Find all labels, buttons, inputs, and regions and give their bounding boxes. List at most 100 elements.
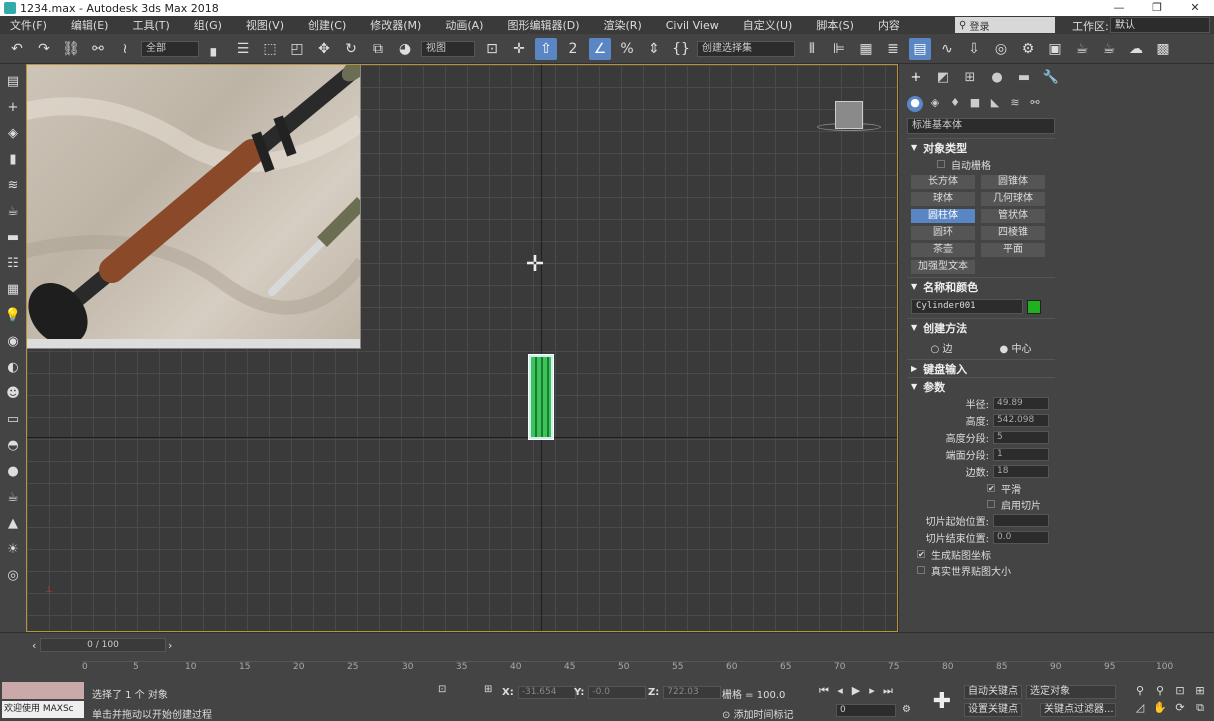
window-crossing-icon[interactable]: ◰	[286, 38, 308, 60]
menu-create[interactable]: 创建(C)	[298, 17, 346, 33]
mirror-icon[interactable]: ⫴	[801, 38, 823, 60]
select-manipulate-icon[interactable]: ✛	[508, 38, 530, 60]
real-world-checkbox[interactable]: 真实世界贴图大小	[907, 562, 1055, 578]
cone-icon[interactable]: ◓	[3, 436, 23, 456]
login-dropdown[interactable]: ⚲ 登录	[955, 17, 1055, 33]
cap-segments-spinner[interactable]: 1	[993, 448, 1049, 461]
smooth-checkbox[interactable]: ✔ 平滑	[907, 480, 1055, 496]
placement-icon[interactable]: ◕	[394, 38, 416, 60]
sun-icon[interactable]: ☀	[3, 540, 23, 560]
box-button[interactable]: 长方体	[911, 175, 975, 189]
a360-gallery-icon[interactable]: ▩	[1152, 38, 1174, 60]
maxscript-listener[interactable]: 欢迎使用 MAXSc	[2, 682, 84, 718]
menu-file[interactable]: 文件(F)	[0, 17, 47, 33]
create-tab-icon[interactable]: +	[907, 70, 925, 88]
select-object-icon[interactable]: ▖	[205, 38, 227, 60]
autogrid-checkbox[interactable]: 自动栅格	[907, 156, 1055, 172]
time-config-icon[interactable]: ⚙	[902, 704, 911, 715]
object-type-header[interactable]: ▼ 对象类型	[907, 138, 1055, 156]
sphere-button[interactable]: 球体	[911, 192, 975, 206]
cone-button[interactable]: 圆锥体	[981, 175, 1045, 189]
move-icon[interactable]: ✥	[313, 38, 335, 60]
ribbon-toggle-icon[interactable]: ▤	[909, 37, 931, 60]
menu-edit[interactable]: 编辑(E)	[61, 17, 109, 33]
go-to-start-icon[interactable]: ⏮	[816, 684, 832, 698]
next-frame-icon[interactable]: ▸	[864, 684, 880, 698]
orbit-icon[interactable]: ⟳	[1170, 701, 1190, 718]
isolate-icon[interactable]: ⊡	[438, 684, 446, 695]
track-bar[interactable]: 0 5 10 15 20 25 30 35 40 45 50 55 60 65 …	[82, 661, 1173, 679]
key-filters-button[interactable]: 关键点过滤器...	[1040, 703, 1116, 717]
center-radio[interactable]: ● 中心	[1000, 340, 1032, 355]
parameters-header[interactable]: ▼ 参数	[907, 377, 1055, 395]
bind-space-warp-icon[interactable]: ≀	[114, 38, 136, 60]
maximize-button[interactable]: ❐	[1138, 0, 1176, 16]
cylinder-object[interactable]	[529, 355, 553, 439]
pyramid-icon[interactable]: ▲	[3, 514, 23, 534]
render-icon[interactable]: ☕	[1071, 38, 1093, 60]
percent-snap-icon[interactable]: %	[616, 38, 638, 60]
close-button[interactable]: ✕	[1176, 0, 1214, 16]
stack-icon[interactable]: ≋	[3, 176, 23, 196]
hierarchy-tab-icon[interactable]: ⊞	[961, 70, 979, 88]
rotate-icon[interactable]: ↻	[340, 38, 362, 60]
keyboard-entry-header[interactable]: ▶ 键盘输入	[907, 359, 1055, 377]
object-color-swatch[interactable]	[1027, 299, 1041, 314]
named-selection-select[interactable]: 创建选择集	[697, 40, 795, 57]
zoom-extents-icon[interactable]: ⊡	[1170, 684, 1190, 701]
slice-to-spinner[interactable]: 0.0	[993, 531, 1049, 544]
menu-scripting[interactable]: 脚本(S)	[806, 17, 854, 33]
pyramid-button[interactable]: 四棱锥	[981, 226, 1045, 240]
unlink-icon[interactable]: ⚯	[87, 38, 109, 60]
selected-object-select[interactable]: 选定对象	[1026, 685, 1116, 699]
creation-method-header[interactable]: ▼ 创建方法	[907, 318, 1055, 336]
menu-customize[interactable]: 自定义(U)	[733, 17, 793, 33]
geosphere-button[interactable]: 几何球体	[981, 192, 1045, 206]
menu-tools[interactable]: 工具(T)	[122, 17, 169, 33]
align-icon[interactable]: ⊫	[828, 38, 850, 60]
menu-rendering[interactable]: 渲染(R)	[594, 17, 642, 33]
menu-content[interactable]: 内容	[868, 17, 900, 33]
rotate-view-icon[interactable]: ◐	[3, 358, 23, 378]
absolute-mode-icon[interactable]: ⊞	[484, 684, 492, 695]
cameras-subtab-icon[interactable]: ■	[967, 96, 983, 112]
lights-subtab-icon[interactable]: ♦	[947, 96, 963, 112]
geometry-subtab-icon[interactable]: ●	[907, 96, 923, 112]
create-plus-icon[interactable]: +	[3, 98, 23, 118]
link-icon[interactable]: ⛓	[60, 38, 82, 60]
keyboard-shortcut-override-icon[interactable]: ⇧	[535, 37, 557, 60]
gen-mapping-checkbox[interactable]: ✔ 生成贴图坐标	[907, 546, 1055, 562]
pivot-icon[interactable]: ⊡	[481, 38, 503, 60]
torus-icon[interactable]: ◎	[3, 566, 23, 586]
camera-icon[interactable]: ◉	[3, 332, 23, 352]
primitive-category-select[interactable]: 标准基本体	[907, 118, 1055, 134]
display-tab-icon[interactable]: ▬	[1015, 70, 1033, 88]
set-key-button[interactable]: 设置关键点	[964, 703, 1022, 717]
name-color-header[interactable]: ▼ 名称和颜色	[907, 277, 1055, 295]
scene-layer-icon[interactable]: ▤	[3, 72, 23, 92]
menu-civil-view[interactable]: Civil View	[656, 19, 719, 32]
layer-explorer-icon[interactable]: ≣	[882, 38, 904, 60]
redo-icon[interactable]: ↷	[33, 38, 55, 60]
auto-key-button[interactable]: 自动关键点	[964, 685, 1022, 699]
previous-frame-icon[interactable]: ◂	[832, 684, 848, 698]
utilities-tab-icon[interactable]: 🔧	[1042, 70, 1060, 88]
list-icon[interactable]: ☷	[3, 254, 23, 274]
render-setup-icon[interactable]: ⚙	[1017, 38, 1039, 60]
schematic-view-icon[interactable]: ⇩	[963, 38, 985, 60]
zoom-all-icon[interactable]: ⚲	[1150, 684, 1170, 701]
people-icon[interactable]: ☻	[3, 384, 23, 404]
scene-explorer-icon[interactable]: ▦	[855, 38, 877, 60]
time-slider[interactable]: 0 / 100	[40, 638, 166, 652]
height-spinner[interactable]: 542.098	[993, 414, 1049, 427]
grid-icon[interactable]: ▦	[3, 280, 23, 300]
curve-editor-icon[interactable]: ∿	[936, 38, 958, 60]
rendered-frame-icon[interactable]: ▣	[1044, 38, 1066, 60]
add-time-tag[interactable]: ⊙ 添加时间标记	[722, 706, 794, 721]
motion-tab-icon[interactable]: ●	[988, 70, 1006, 88]
menu-graph-editors[interactable]: 图形编辑器(D)	[497, 17, 579, 33]
scale-icon[interactable]: ⧉	[367, 38, 389, 60]
field-of-view-icon[interactable]: ◿	[1130, 701, 1150, 718]
systems-subtab-icon[interactable]: ⚯	[1027, 96, 1043, 112]
box-primitive-icon[interactable]: ▭	[3, 410, 23, 430]
